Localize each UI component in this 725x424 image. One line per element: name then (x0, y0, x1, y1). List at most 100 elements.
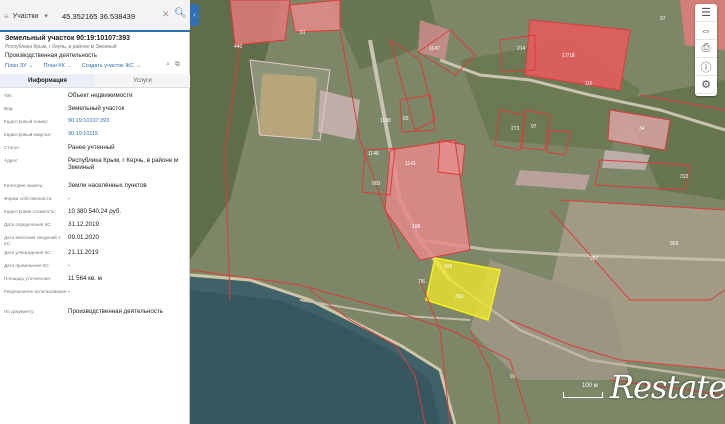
info-icon[interactable]: ⓘ (695, 58, 717, 76)
share-icon[interactable]: ⧉ (175, 61, 180, 69)
plan-zu-link[interactable]: План ЗУ → (5, 63, 34, 69)
attribute-row: Адрес: Республика Крым, г Керчь, в районе… (0, 155, 190, 180)
attribute-row: Статус: Ранее учтенный (0, 142, 190, 155)
attribute-row: Форма собственности: - (0, 193, 190, 206)
attribute-value: - (68, 287, 71, 295)
print-icon[interactable]: ⎙ (695, 40, 717, 58)
svg-text:34: 34 (639, 126, 645, 132)
attribute-value: - (68, 194, 71, 202)
clear-icon[interactable]: ✕ (162, 9, 170, 20)
attribute-list: Тип: Объект недвижимости Вид: Земельный уча… (0, 90, 190, 319)
tab-services[interactable]: Услуги (95, 74, 190, 87)
attribute-key: Дата внесения сведений о КС: (4, 235, 61, 246)
attribute-key: По документу: (4, 309, 35, 314)
attribute-key: Дата утверждения КС: (4, 250, 52, 255)
object-title: Земельный участок 90:19:10107:393 (5, 35, 130, 42)
panel-tools: ⌕ ⧉ (166, 61, 180, 69)
attribute-key: Кадастровый номер: (4, 119, 49, 124)
attribute-key: Категория земель: (4, 183, 44, 188)
svg-text:1148: 1148 (368, 151, 379, 157)
attribute-row: Кадастровый квартал: 90:19:10115 (0, 129, 190, 142)
attribute-key: Адрес: (4, 158, 19, 163)
attribute-value: 21.11.2019 (68, 248, 99, 256)
svg-text:1/3: 1/3 (585, 81, 592, 87)
attribute-row: Вид: Земельный участок (0, 103, 190, 116)
attribute-row: Кадастровый номер: 90:19:10107:393 (0, 116, 190, 129)
svg-text:957: 957 (590, 256, 599, 262)
search-type-label: Участки (12, 12, 39, 20)
search-input[interactable] (62, 8, 166, 24)
svg-text:313: 313 (680, 174, 689, 180)
attribute-row: По документу: Производственная деятельнос… (0, 306, 190, 319)
svg-text:439: 439 (444, 264, 453, 270)
tab-information[interactable]: Информация (0, 74, 95, 87)
attribute-key: Кадастровый квартал: (4, 132, 52, 137)
attribute-row: Дата утверждения КС: 21.11.2019 (0, 247, 190, 260)
svg-text:91: 91 (510, 374, 516, 380)
attribute-row: Дата определения КС: 31.12.2019 (0, 219, 190, 232)
map-canvas[interactable]: 440 91 1147 214 17/18 1/3 65 1138 1148 1… (190, 0, 725, 424)
settings-icon[interactable]: ⚙ (695, 76, 717, 94)
svg-text:903: 903 (372, 181, 381, 187)
search-type-select[interactable]: ≡ Участки ▾ (4, 8, 60, 24)
attribute-value: 10 380 540,24 руб. (68, 207, 122, 215)
attribute-value: Земельный участок (68, 104, 125, 112)
scale-label: 100 м (582, 383, 598, 389)
svg-text:91: 91 (300, 30, 306, 36)
attribute-value: Земли населённых пунктов (68, 181, 147, 189)
attribute-key: Дата применения КС: (4, 263, 50, 268)
attribute-key: Дата определения КС: (4, 222, 52, 227)
attribute-row: Разрешенное использование: - (0, 286, 190, 306)
info-panel: ≡ Участки ▾ ✕ 🔍︎ Земельный участок 90:19… (0, 0, 190, 424)
svg-text:65: 65 (403, 116, 409, 122)
create-parcel-link[interactable]: Создать участок ЖС → (82, 63, 141, 69)
search-bar: ≡ Участки ▾ ✕ 🔍︎ (0, 0, 190, 32)
scale-bar (563, 392, 603, 398)
attribute-value: Производственная деятельность (68, 307, 163, 315)
zoom-to-icon[interactable]: ⌕ (166, 61, 170, 69)
measure-icon[interactable]: ⇔ (695, 22, 717, 40)
attribute-key: Тип: (4, 93, 13, 98)
object-use: Производственная деятельность (5, 53, 98, 59)
plan-kk-link[interactable]: План КК → (44, 63, 72, 69)
map-tools: ☰ ⇔ ⎙ ⓘ ⚙ (695, 4, 717, 96)
svg-text:1138: 1138 (380, 118, 391, 124)
attribute-value[interactable]: 90:19:10107:393 (68, 116, 186, 129)
map-view[interactable]: 440 91 1147 214 17/18 1/3 65 1138 1148 1… (190, 0, 725, 424)
attribute-key: Разрешенное использование: (4, 289, 68, 294)
attribute-key: Вид: (4, 106, 14, 111)
svg-text:198: 198 (412, 224, 421, 230)
attribute-value: Ранее учтенный (68, 143, 115, 151)
attribute-key: Форма собственности: (4, 196, 53, 201)
layers-icon[interactable]: ☰ (695, 4, 717, 22)
chevron-down-icon: ▾ (44, 13, 48, 20)
watermark-logo: Restate (610, 368, 725, 406)
attribute-value: - (68, 261, 71, 269)
svg-text:273: 273 (511, 126, 520, 132)
attribute-row: Категория земель: Земли населённых пункто… (0, 180, 190, 193)
svg-text:1147: 1147 (429, 46, 440, 52)
object-links: План ЗУ → План КК → Создать участок ЖС → (5, 63, 141, 69)
svg-text:7/6: 7/6 (418, 279, 425, 285)
svg-text:214: 214 (517, 46, 526, 52)
attribute-value: Республика Крым, г Керчь, в районе м Зме… (68, 156, 179, 172)
svg-text:903: 903 (670, 241, 679, 247)
search-icon[interactable]: 🔍︎ (174, 8, 187, 19)
collapse-panel-button[interactable]: ‹ (190, 4, 199, 26)
svg-text:17/18: 17/18 (562, 53, 575, 59)
attribute-row: Тип: Объект недвижимости (0, 90, 190, 103)
attribute-row: Кадастровая стоимость: 10 380 540,24 руб. (0, 206, 190, 219)
attribute-value: 31.12.2019 (68, 220, 99, 228)
attribute-row: Дата внесения сведений о КС: 09.01.2020 (0, 232, 190, 247)
attribute-value: 09.01.2020 (68, 233, 99, 241)
attribute-value[interactable]: 90:19:10115 (68, 129, 186, 142)
menu-icon[interactable]: ≡ (4, 12, 9, 21)
object-address: Республика Крым, г Керчь, в районе м Зме… (5, 44, 117, 50)
attribute-row: Площадь уточненная: 11 564 кв. м (0, 273, 190, 286)
attribute-key: Статус: (4, 145, 20, 150)
svg-text:1141: 1141 (405, 161, 416, 167)
attribute-key: Площадь уточненная: (4, 276, 51, 281)
svg-text:97: 97 (531, 124, 537, 130)
svg-text:97: 97 (660, 16, 666, 22)
attribute-row: Дата применения КС: - (0, 260, 190, 273)
